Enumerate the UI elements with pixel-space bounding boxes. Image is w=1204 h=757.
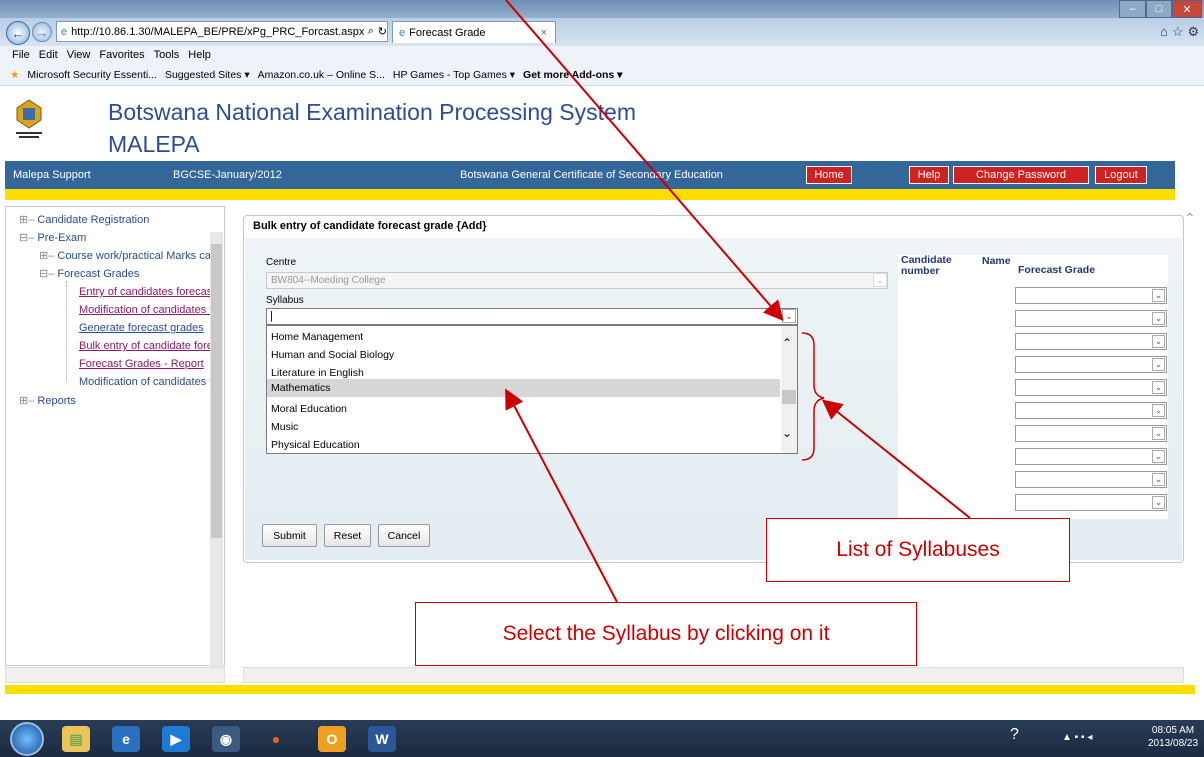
word-icon[interactable]: W — [368, 726, 396, 752]
explorer-icon[interactable]: ▤ — [62, 726, 90, 752]
clock-date: 2013/08/23 — [1148, 738, 1199, 749]
clock[interactable]: 08:05 AM 2013/08/23 — [1148, 724, 1198, 750]
ie-icon[interactable]: e — [112, 726, 140, 752]
start-button[interactable] — [10, 722, 44, 756]
media-player-icon[interactable]: ▶ — [162, 726, 190, 752]
arrow-to-dropdown — [505, 0, 784, 322]
callout-select-syllabus: Select the Syllabus by clicking on it — [415, 602, 917, 666]
outlook-icon[interactable]: O — [318, 726, 346, 752]
clock-time: 08:05 AM — [1151, 725, 1195, 736]
help-icon[interactable]: ? — [1010, 726, 1019, 744]
arrow-to-list — [821, 399, 971, 519]
app-icon[interactable]: ◉ — [212, 726, 240, 752]
tray-icons[interactable]: ▲ ▪ ▪ ◂ — [1062, 732, 1092, 743]
list-brace — [801, 332, 825, 461]
callout-list-of-syllabuses: List of Syllabuses — [766, 518, 1070, 582]
arrow-to-option — [505, 388, 618, 603]
firefox-icon[interactable]: ● — [262, 726, 290, 752]
